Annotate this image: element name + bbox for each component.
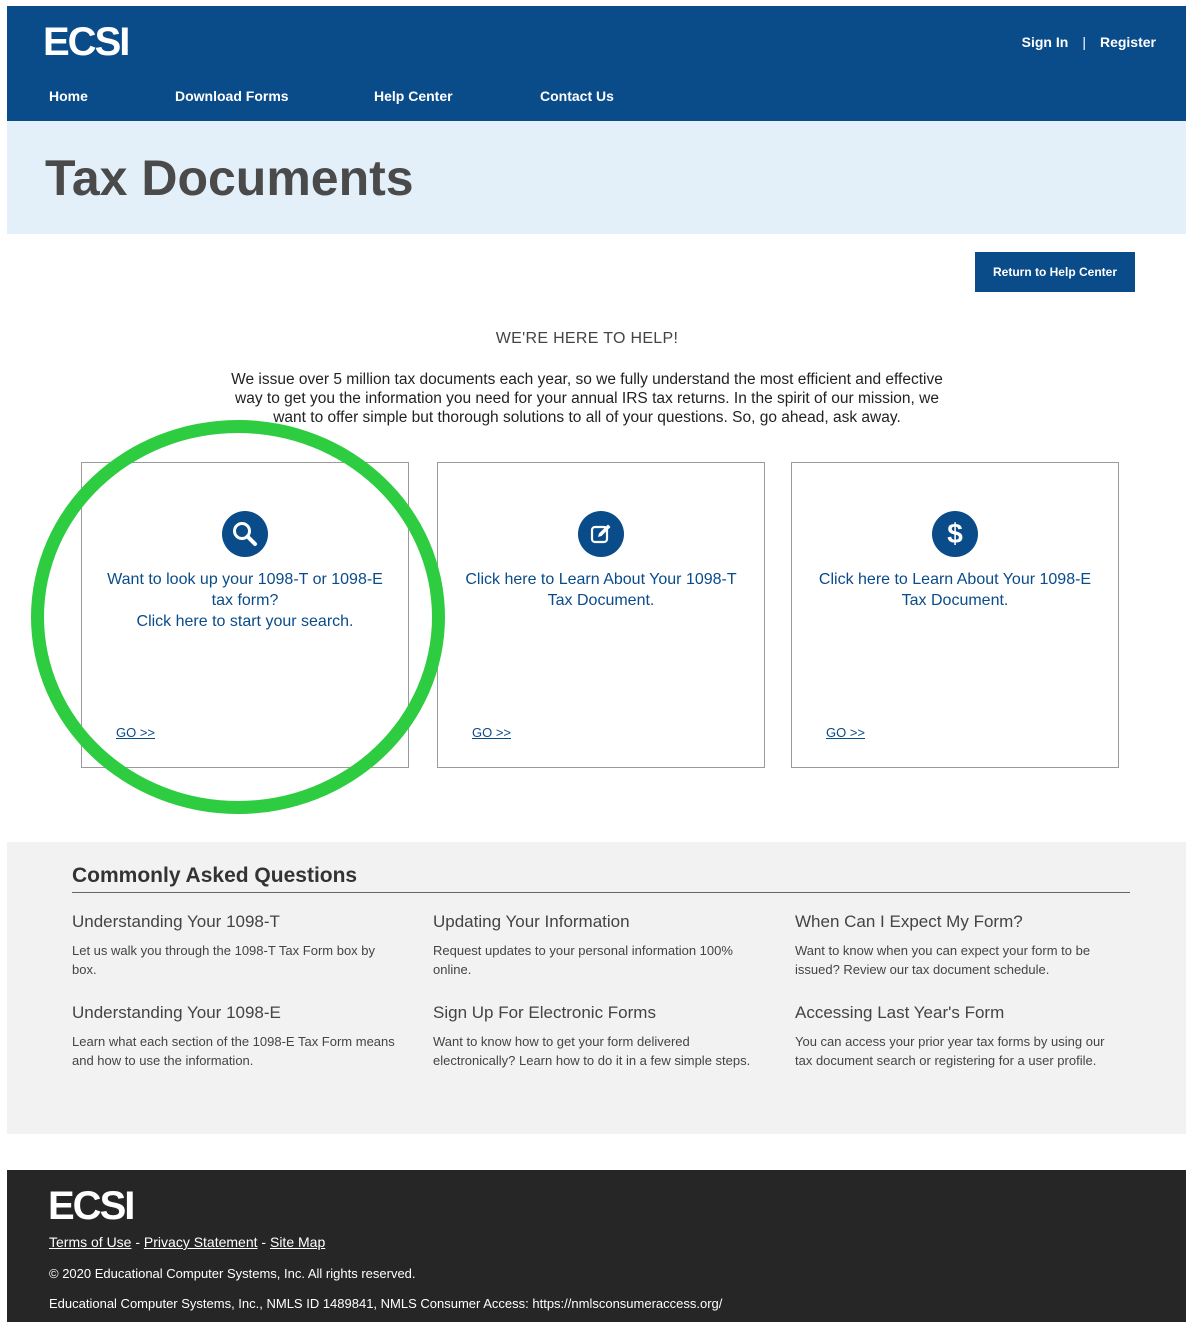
faq-title: Commonly Asked Questions (72, 864, 358, 887)
page-title: Tax Documents (45, 150, 414, 206)
card-line-1: Want to look up your 1098-T or 1098-E ta… (107, 571, 383, 609)
return-to-help-center-button[interactable]: Return to Help Center (975, 252, 1135, 292)
faq-item-desc: Want to know how to get your form delive… (433, 1034, 751, 1068)
faq-item-updating[interactable]: Updating Your Information Request update… (433, 912, 763, 979)
site-footer: ECSI Terms of Use - Privacy Statement - … (7, 1170, 1186, 1322)
card-line-1: Click here to Learn About Your 1098-E Ta… (818, 571, 1092, 609)
faq-item-title[interactable]: Accessing Last Year's Form (795, 1003, 1125, 1023)
faq-item-1098e[interactable]: Understanding Your 1098-E Learn what eac… (72, 1003, 402, 1070)
faq-item-last-year[interactable]: Accessing Last Year's Form You can acces… (795, 1003, 1125, 1070)
faq-item-expect[interactable]: When Can I Expect My Form? Want to know … (795, 912, 1125, 979)
faq-item-title[interactable]: Sign Up For Electronic Forms (433, 1003, 763, 1023)
nav-home[interactable]: Home (49, 88, 88, 104)
faq-divider (72, 892, 1130, 893)
faq-section: Commonly Asked Questions Understanding Y… (7, 842, 1186, 1134)
register-link[interactable]: Register (1100, 34, 1156, 50)
card-text: Click here to Learn About Your 1098-E Ta… (812, 569, 1098, 611)
nav-download-forms[interactable]: Download Forms (175, 88, 289, 104)
faq-item-desc: Let us walk you through the 1098-T Tax F… (72, 943, 376, 977)
ecsi-logo[interactable]: ECSI (43, 20, 130, 65)
faq-item-desc: Learn what each section of the 1098-E Ta… (72, 1034, 395, 1068)
dollar-icon: $ (932, 511, 978, 557)
site-header: ECSI Sign In | Register Home Download Fo… (7, 6, 1186, 121)
card-learn-1098e[interactable]: $ Click here to Learn About Your 1098-E … (791, 462, 1119, 768)
go-link[interactable]: GO >> (826, 725, 865, 740)
help-heading: WE'RE HERE TO HELP! (495, 330, 679, 347)
go-link[interactable]: GO >> (472, 725, 511, 740)
card-text: Click here to Learn About Your 1098-T Ta… (458, 569, 744, 611)
go-link[interactable]: GO >> (116, 725, 155, 740)
faq-item-desc: Want to know when you can expect your fo… (795, 943, 1091, 977)
auth-links: Sign In | Register (1022, 34, 1156, 50)
faq-item-title[interactable]: Updating Your Information (433, 912, 763, 932)
site-map-link[interactable]: Site Map (270, 1234, 325, 1250)
footer-logo: ECSI (48, 1184, 135, 1228)
nav-help-center[interactable]: Help Center (374, 88, 453, 104)
help-intro-text: We issue over 5 million tax documents ea… (231, 371, 943, 426)
faq-item-desc: You can access your prior year tax forms… (795, 1034, 1105, 1068)
auth-separator: | (1082, 34, 1086, 50)
faq-item-title[interactable]: Understanding Your 1098-E (72, 1003, 402, 1023)
hero-banner: Tax Documents (7, 121, 1186, 234)
privacy-statement-link[interactable]: Privacy Statement (144, 1234, 258, 1250)
page: ECSI Sign In | Register Home Download Fo… (7, 6, 1186, 1322)
edit-icon (578, 511, 624, 557)
card-text: Want to look up your 1098-T or 1098-E ta… (102, 569, 388, 632)
card-learn-1098t[interactable]: Click here to Learn About Your 1098-T Ta… (437, 462, 765, 768)
terms-of-use-link[interactable]: Terms of Use (49, 1234, 131, 1250)
faq-item-title[interactable]: When Can I Expect My Form? (795, 912, 1125, 932)
faq-item-1098t[interactable]: Understanding Your 1098-T Let us walk yo… (72, 912, 402, 979)
footer-link-sep: - (257, 1234, 270, 1250)
card-line-1: Click here to Learn About Your 1098-T Ta… (465, 571, 737, 609)
card-line-2: Click here to start your search. (136, 613, 354, 630)
sign-in-link[interactable]: Sign In (1022, 34, 1069, 50)
nav-contact-us[interactable]: Contact Us (540, 88, 614, 104)
copyright-text: © 2020 Educational Computer Systems, Inc… (49, 1266, 416, 1281)
faq-item-desc: Request updates to your personal informa… (433, 943, 733, 977)
search-icon (222, 511, 268, 557)
faq-item-title[interactable]: Understanding Your 1098-T (72, 912, 402, 932)
card-lookup-form[interactable]: Want to look up your 1098-T or 1098-E ta… (81, 462, 409, 768)
footer-link-sep: - (131, 1234, 144, 1250)
footer-links: Terms of Use - Privacy Statement - Site … (49, 1234, 325, 1250)
faq-item-electronic[interactable]: Sign Up For Electronic Forms Want to kno… (433, 1003, 763, 1070)
nmls-text: Educational Computer Systems, Inc., NMLS… (49, 1296, 723, 1311)
